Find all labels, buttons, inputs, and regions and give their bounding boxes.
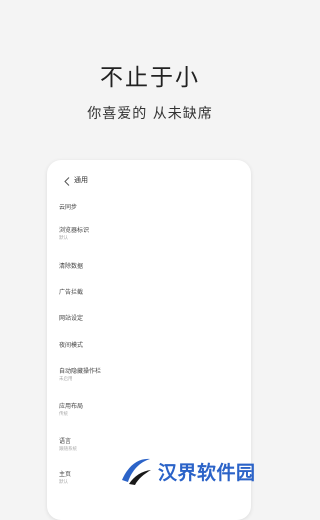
settings-item-site-settings[interactable]: 网站设定 (59, 315, 239, 323)
settings-item-language[interactable]: 语言 跟随系统 (59, 438, 239, 453)
settings-item-label: 广告拦截 (59, 289, 84, 296)
hero-subtitle: 你喜爱的 从未缺席 (87, 106, 213, 122)
chevron-left-icon[interactable] (59, 172, 75, 190)
settings-item-cloud-sync[interactable]: 云同步 (59, 204, 239, 212)
settings-item-label: 夜间模式 (59, 342, 84, 349)
settings-item-value: 传统 (59, 412, 68, 417)
settings-item-value: 跟随系统 (59, 447, 77, 452)
settings-item-label: 自动隐藏操作栏 (59, 368, 102, 375)
settings-item-label: 应用布局 (59, 403, 84, 410)
settings-item-label: 云同步 (59, 204, 78, 211)
settings-item-night-mode[interactable]: 夜间模式 (59, 342, 239, 350)
settings-item-value: 默认 (59, 236, 68, 241)
settings-item-label: 浏览器标识 (59, 227, 90, 234)
page-title: 通用 (74, 176, 88, 184)
settings-item-label: 语言 (59, 438, 72, 445)
settings-item-label: 清除数据 (59, 263, 84, 270)
settings-header: 通用 (47, 170, 251, 192)
settings-item-ad-block[interactable]: 广告拦截 (59, 289, 239, 297)
watermark: 汉界软件园 (120, 456, 256, 486)
hero-title: 不止于小 (100, 65, 200, 91)
swoosh-logo-icon (120, 456, 152, 486)
settings-item-value: 未启用 (59, 377, 73, 382)
settings-item-auto-hide-toolbar[interactable]: 自动隐藏操作栏 未启用 (59, 368, 239, 383)
settings-item-browser-ua[interactable]: 浏览器标识 默认 (59, 227, 239, 242)
watermark-text: 汉界软件园 (158, 461, 256, 484)
settings-item-clear-data[interactable]: 清除数据 (59, 263, 239, 271)
settings-item-app-layout[interactable]: 应用布局 传统 (59, 403, 239, 418)
settings-item-label: 网站设定 (59, 315, 84, 322)
